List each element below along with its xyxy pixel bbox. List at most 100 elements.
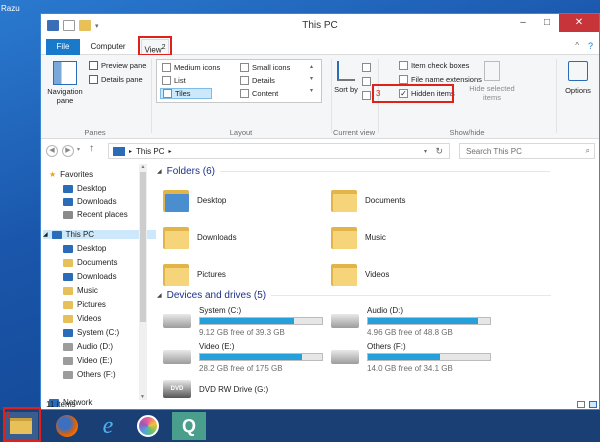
options-button[interactable]: Options [558,61,598,95]
taskbar-firefox[interactable] [50,412,84,440]
group-by-icon[interactable] [362,63,371,72]
forward-button[interactable]: ▶ [62,145,74,157]
item-check-boxes-checkbox[interactable] [399,61,408,70]
drive-tile-d[interactable]: Audio (D:) 4.96 GB free of 48.8 GB [331,306,501,340]
drive-d-name: Audio (D:) [367,306,404,315]
taskbar-q-app[interactable]: Q [172,412,206,440]
drive-icon [331,350,359,364]
tab-computer[interactable]: Computer [87,39,129,55]
nav-pc-desktop-label: Desktop [77,244,107,253]
collapse-ribbon-icon[interactable]: ^ [575,41,579,50]
nav-pc-video-e[interactable]: Video (E:) [63,356,112,365]
drive-f-usage-bar [367,353,491,361]
tiles-view-icon[interactable] [589,401,597,408]
minimize-button[interactable]: – [511,14,535,32]
nav-pc-system-c[interactable]: System (C:) [63,328,119,337]
size-columns-icon[interactable] [362,91,371,100]
help-icon[interactable]: ? [588,41,593,51]
navigation-pane-icon [53,61,77,85]
expand-arrow-icon[interactable]: ◢ [43,231,48,238]
layout-tiles[interactable]: Tiles [160,88,212,99]
nav-pc-pictures[interactable]: Pictures [63,300,106,309]
address-field[interactable]: ▸ This PC ▸ ▾ ↻ [108,143,450,159]
breadcrumb-separator-icon: ▸ [129,148,133,155]
nav-pc-desktop[interactable]: Desktop [63,244,106,253]
recent-locations-icon[interactable]: ▾ [77,146,80,153]
folder-tile-downloads[interactable]: Downloads [163,225,237,249]
navigation-pane-button[interactable]: Navigation pane [45,61,85,105]
drive-tile-e[interactable]: Video (E:) 28.2 GB free of 175 GB [163,342,333,376]
layout-list[interactable]: List [162,76,186,85]
maximize-button[interactable]: □ [535,14,559,32]
folder-tile-pictures[interactable]: Pictures [163,262,226,286]
sort-by-button[interactable]: Sort by [334,61,358,94]
add-columns-icon[interactable] [362,77,371,86]
drive-e-name: Video (E:) [199,342,235,351]
folder-tile-music[interactable]: Music [331,225,386,249]
layout-scroll-icon[interactable]: ▴ ▾ ▾ [310,61,313,97]
breadcrumb-this-pc[interactable]: This PC [136,147,164,156]
navigation-pane: ★ Favorites Desktop Downloads Recent plac… [41,164,157,407]
folder-tile-videos[interactable]: Videos [331,262,389,286]
collapse-icon[interactable]: ◢ [157,292,162,299]
up-button[interactable]: ↑ [89,143,94,154]
medium-icons-icon [162,63,171,72]
folders-section-header[interactable]: ◢ Folders (6) [157,166,550,177]
nav-fav-recent[interactable]: Recent places [63,210,128,219]
layout-details[interactable]: Details [240,76,275,85]
close-button[interactable]: ✕ [559,14,599,32]
view-tab-highlight [138,36,172,56]
scroll-up-icon[interactable]: ▲ [139,164,147,170]
folder-tile-music-label: Music [365,232,386,242]
group-current-view: Sort by Current view [332,55,376,139]
devices-section-header[interactable]: ◢ Devices and drives (5) [157,290,552,301]
preview-pane-icon [89,61,98,70]
nav-fav-desktop[interactable]: Desktop [63,184,106,193]
nav-pc-music[interactable]: Music [63,286,98,295]
folder-tile-documents[interactable]: Documents [331,188,405,212]
documents-folder-icon [331,188,357,212]
layout-small-icons[interactable]: Small icons [240,63,290,72]
details-pane-icon [89,75,98,84]
item-check-boxes-toggle[interactable]: Item check boxes [399,61,469,70]
tab-file[interactable]: File [46,39,80,55]
options-label: Options [565,86,591,95]
nav-scrollbar[interactable]: ▲ ▼ [139,164,147,400]
taskbar-media-player[interactable] [131,412,165,440]
drive-tile-g[interactable]: DVD DVD RW Drive (G:) [163,380,268,398]
desktop-icon [63,184,73,193]
address-history-icon[interactable]: ▾ [424,148,427,155]
nav-favorites[interactable]: ★ Favorites [49,170,93,179]
nav-fav-downloads[interactable]: Downloads [63,197,117,206]
nav-pc-pictures-label: Pictures [77,300,106,309]
nav-pc-documents[interactable]: Documents [63,258,117,267]
drive-tile-c[interactable]: System (C:) 9.12 GB free of 39.3 GB [163,306,333,340]
hide-selected-button[interactable]: Hide selected items [469,61,515,102]
layout-medium-icons[interactable]: Medium icons [162,63,220,72]
file-name-extensions-checkbox[interactable] [399,75,408,84]
taskbar-internet-explorer[interactable]: e [91,412,125,440]
drive-tile-f[interactable]: Others (F:) 14.0 GB free of 34.1 GB [331,342,501,376]
nav-pc-videos[interactable]: Videos [63,314,101,323]
preview-pane-button[interactable]: Preview pane [89,61,146,70]
collapse-icon[interactable]: ◢ [157,168,162,175]
group-show-hide: Item check boxes File name extensions ✓ H… [372,55,555,139]
details-pane-button[interactable]: Details pane [89,75,143,84]
nav-pc-audio-d[interactable]: Audio (D:) [63,342,113,351]
nav-pc-others-f[interactable]: Others (F:) [63,370,116,379]
layout-list-label: List [174,76,186,85]
recent-places-icon [63,210,73,219]
hide-selected-icon [484,61,500,81]
preview-pane-label: Preview pane [101,61,147,70]
section-divider [219,171,550,172]
group-label-current-view: Current view [332,128,376,137]
refresh-icon[interactable]: ↻ [435,146,443,157]
details-view-icon[interactable] [577,401,585,408]
folder-tile-desktop[interactable]: Desktop [163,188,226,212]
scroll-thumb[interactable] [140,172,146,322]
search-icon[interactable]: ⌕ [586,146,590,156]
back-button[interactable]: ◀ [46,145,58,157]
layout-content[interactable]: Content [240,89,278,98]
search-input[interactable]: Search This PC ⌕ [459,143,595,159]
nav-pc-downloads[interactable]: Downloads [63,272,117,281]
